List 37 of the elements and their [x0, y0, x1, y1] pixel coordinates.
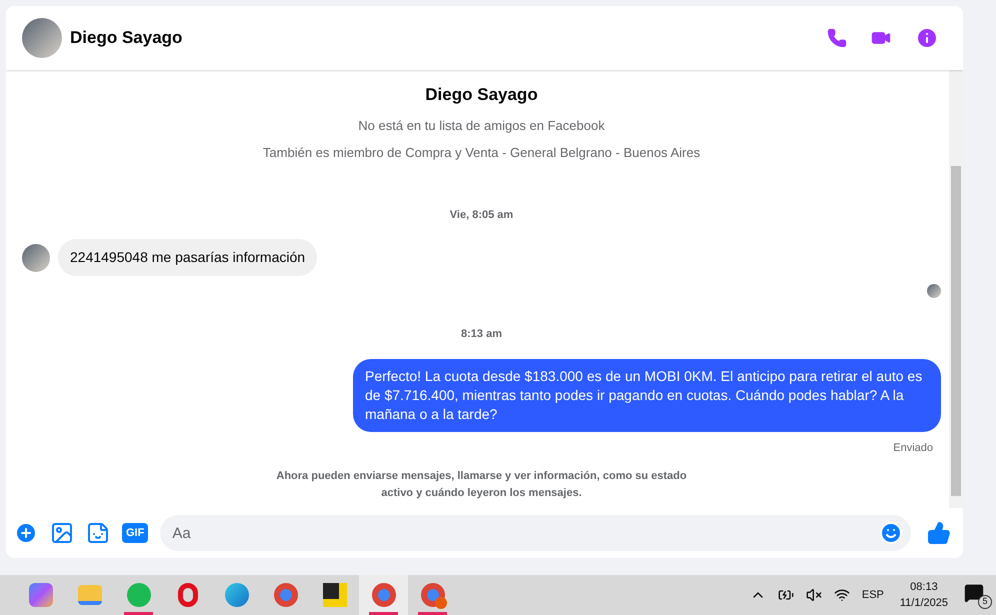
seen-avatar	[927, 284, 941, 298]
chrome-icon[interactable]	[420, 583, 444, 607]
language-indicator[interactable]: ESP	[862, 586, 884, 604]
info-icon[interactable]	[915, 26, 939, 50]
profile-info: También es miembro de Compra y Venta - General Belgrano - Buenos Aires	[262, 144, 700, 162]
clock-time[interactable]: 08:13	[910, 579, 938, 595]
notes-icon[interactable]	[322, 583, 346, 607]
muted-speaker-icon[interactable]	[806, 587, 822, 603]
photo-icon[interactable]	[50, 521, 74, 545]
add-icon[interactable]	[14, 521, 38, 545]
opera-icon[interactable]	[178, 583, 198, 607]
wifi-icon[interactable]	[834, 587, 850, 603]
like-icon[interactable]	[927, 521, 951, 545]
contact-name[interactable]: Diego Sayago	[70, 25, 182, 51]
chrome-icon[interactable]	[274, 583, 298, 607]
timestamp: Vie, 8:05 am	[450, 208, 514, 222]
sticker-icon[interactable]	[86, 521, 110, 545]
timestamp: 8:13 am	[461, 327, 502, 342]
gif-button[interactable]: GIF	[122, 522, 148, 544]
notification-count: 5	[978, 595, 992, 609]
clock-date[interactable]: 11/1/2025	[900, 595, 948, 611]
sent-status: Enviado	[893, 440, 933, 456]
notice-text: Ahora pueden enviarse mensajes, llamarse y ver información, como su estado activo y cuándo leyeron los mensajes.	[275, 469, 688, 500]
chrome-icon[interactable]	[372, 583, 396, 607]
scrollbar[interactable]	[949, 70, 963, 508]
message-field[interactable]: Aa	[160, 515, 911, 551]
edge-icon[interactable]	[224, 583, 248, 607]
incoming-message: 2241495048 me pasarías información	[58, 239, 318, 276]
avatar	[22, 18, 62, 58]
avatar	[22, 244, 50, 272]
folder-icon[interactable]	[78, 585, 102, 605]
profile-name: Diego Sayago	[425, 84, 538, 106]
outgoing-message: Perfecto! La cuota desde $183.000 es de un MOBI 0KM. El anticipo para retirar el auto es de $7.716.400, mientras tanto podes ir pagando en cuotas. Cuándo podes hablar? A la mañana o a la tarde?	[353, 358, 941, 432]
phone-icon[interactable]	[827, 28, 847, 48]
notification-icon[interactable]	[964, 583, 984, 603]
copilot-icon[interactable]	[28, 583, 52, 607]
profile-info: No está en tu lista de amigos en Facebook	[358, 116, 605, 135]
